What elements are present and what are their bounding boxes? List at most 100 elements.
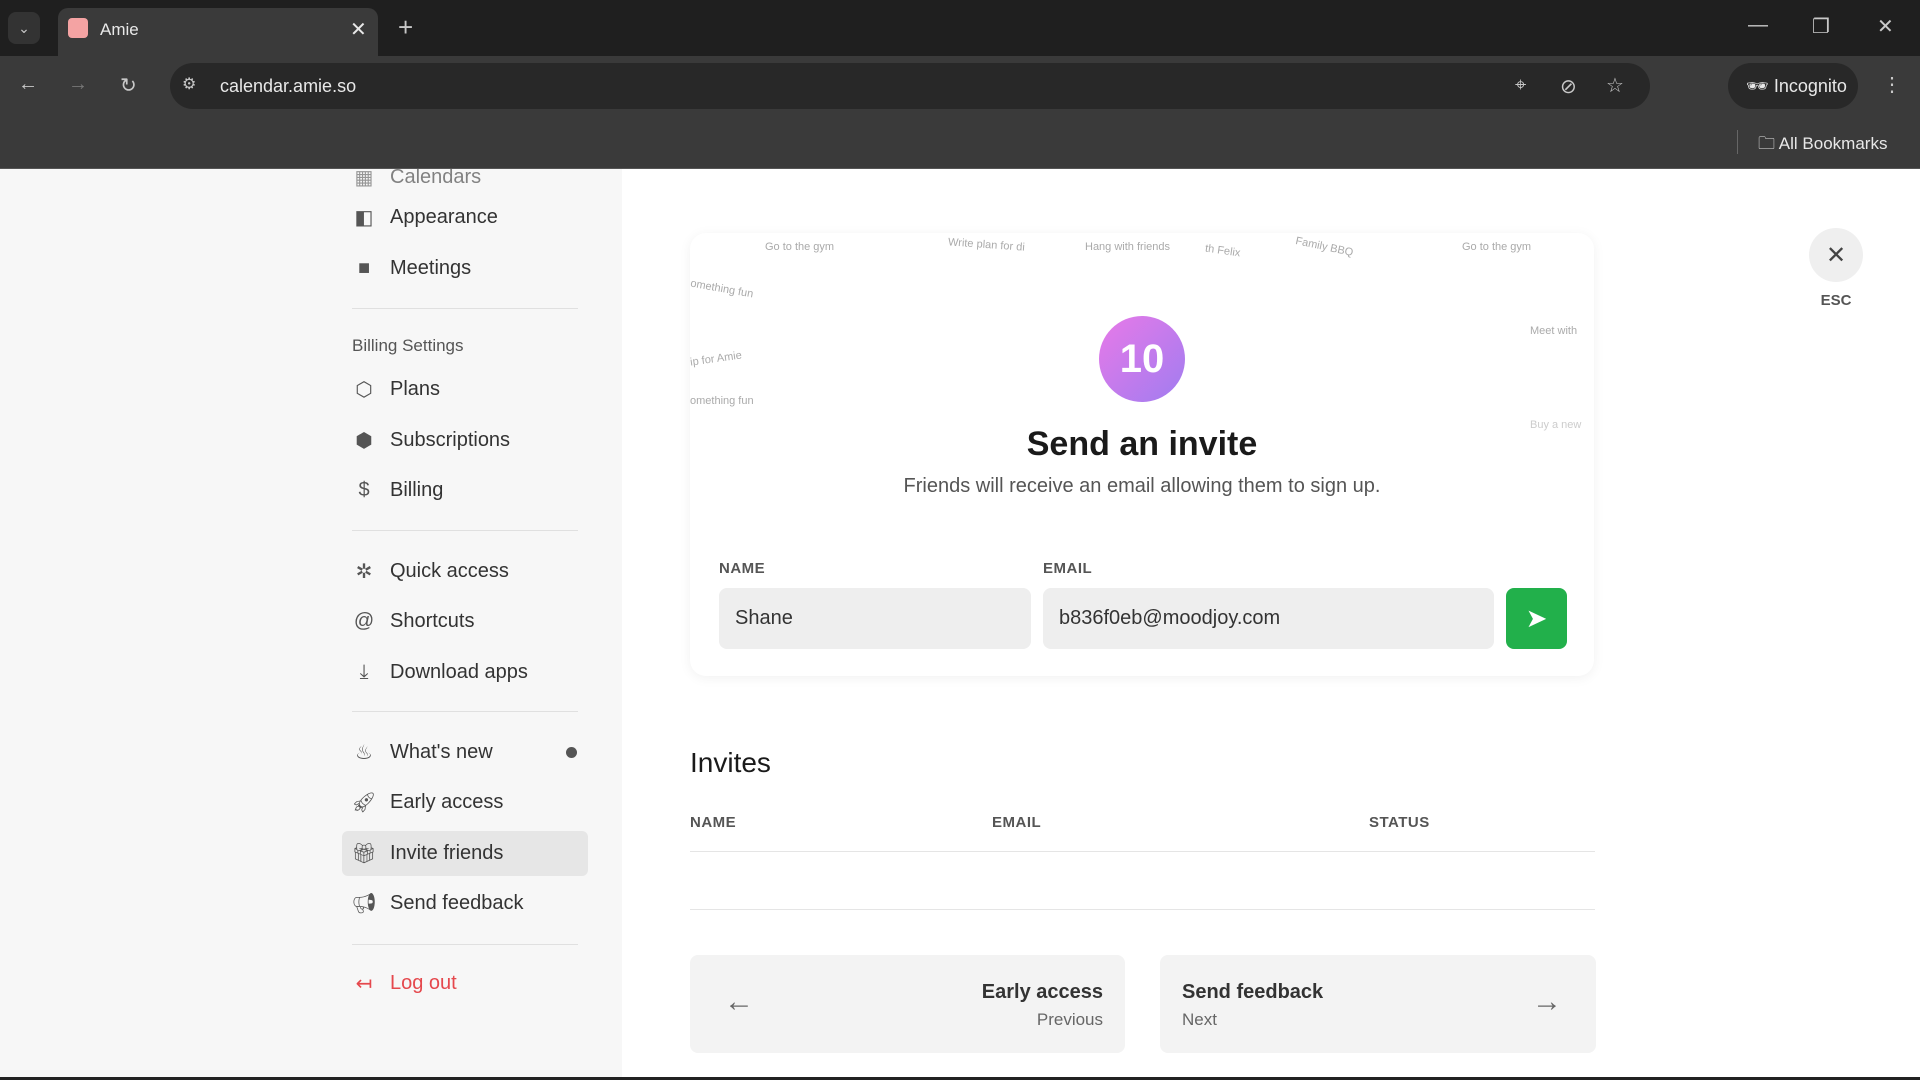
sidebar-item-label: Download apps bbox=[390, 661, 528, 683]
eye-off-icon[interactable]: ⊘ bbox=[1560, 74, 1577, 99]
close-tab-icon[interactable]: ✕ bbox=[350, 17, 367, 42]
background-decoration-text: th Felix bbox=[1204, 242, 1242, 260]
new-tab-icon[interactable]: + bbox=[398, 12, 413, 43]
sidebar-item-send-feedback[interactable]: 📢︎ Send feedback bbox=[342, 881, 588, 926]
background-decoration-text: omething fun bbox=[690, 395, 754, 407]
sidebar-item-quick-access[interactable]: ✲ Quick access bbox=[342, 549, 588, 594]
all-bookmarks-button[interactable]: 🗀 All Bookmarks bbox=[1758, 131, 1887, 160]
column-header-email: EMAIL bbox=[992, 814, 1042, 831]
dollar-icon: $ bbox=[358, 479, 370, 501]
column-header-status: STATUS bbox=[1369, 814, 1430, 831]
background-decoration-text: Go to the gym bbox=[765, 241, 835, 253]
logout-icon: ↤ bbox=[355, 973, 373, 995]
sidebar-item-download-apps[interactable]: ⤓ Download apps bbox=[342, 650, 588, 695]
tab-bar: ⌄ Amie ✕ + — ❐ ✕ bbox=[0, 0, 1920, 56]
sidebar-item-label: Quick access bbox=[390, 560, 509, 582]
calendar-icon: ▦ bbox=[354, 169, 374, 189]
site-settings-icon[interactable]: ⚙ bbox=[182, 74, 196, 94]
settings-sidebar: ▦ Calendars ◧ Appearance ■ Meetings Billing… bbox=[0, 169, 622, 1080]
back-icon[interactable]: ← bbox=[18, 73, 38, 96]
at-icon: @ bbox=[353, 610, 375, 632]
sidebar-item-shortcuts[interactable]: @ Shortcuts bbox=[342, 599, 588, 644]
sidebar-item-early-access[interactable]: 🚀︎ Early access bbox=[342, 780, 588, 825]
sidebar-item-label: Invite friends bbox=[390, 842, 504, 864]
sidebar-item-label: What's new bbox=[390, 741, 493, 763]
box-icon: ⬢ bbox=[355, 430, 373, 452]
logout-button[interactable]: ↤ Log out bbox=[342, 961, 588, 1006]
close-window-icon[interactable]: ✕ bbox=[1877, 14, 1894, 39]
url-text: calendar.amie.so bbox=[220, 76, 357, 96]
invite-title: Send an invite bbox=[1026, 425, 1258, 463]
sidebar-item-label: Shortcuts bbox=[390, 610, 475, 632]
background-decoration-text: Go to the gym bbox=[1462, 241, 1532, 253]
appearance-icon: ◧ bbox=[354, 207, 374, 229]
all-bookmarks-label: All Bookmarks bbox=[1778, 134, 1888, 153]
invites-heading: Invites bbox=[690, 747, 771, 778]
send-icon: ➤ bbox=[1525, 603, 1548, 633]
tab-title: Amie bbox=[100, 20, 139, 39]
next-subtitle: Next bbox=[1182, 1010, 1217, 1029]
billing-settings-heading: Billing Settings bbox=[352, 336, 464, 355]
name-input[interactable] bbox=[719, 588, 1031, 649]
background-decoration-text: Hang with friends bbox=[1085, 241, 1170, 253]
location-icon[interactable]: ⌖ bbox=[1515, 74, 1526, 97]
email-label: EMAIL bbox=[1043, 560, 1093, 577]
next-title: Send feedback bbox=[1182, 981, 1324, 1003]
name-label: NAME bbox=[719, 560, 766, 577]
incognito-icon: 🕶 bbox=[1746, 76, 1774, 96]
column-header-name: NAME bbox=[690, 814, 737, 831]
folder-icon: 🗀 bbox=[1758, 134, 1779, 153]
sidebar-item-label: Early access bbox=[390, 791, 504, 813]
menu-icon[interactable]: ⋮ bbox=[1882, 72, 1902, 97]
video-icon: ■ bbox=[357, 257, 371, 279]
sidebar-item-label: Send feedback bbox=[390, 892, 524, 914]
invite-subtitle: Friends will receive an email allowing t… bbox=[903, 475, 1381, 497]
unread-dot bbox=[566, 747, 577, 758]
background-decoration-text: ip for Amie bbox=[690, 349, 743, 369]
star-icon[interactable]: ☆ bbox=[1606, 73, 1624, 98]
sidebar-item-invite-friends[interactable]: 🎁︎ Invite friends bbox=[342, 831, 588, 876]
tab-search-button[interactable]: ⌄ bbox=[8, 12, 40, 44]
forward-icon[interactable]: → bbox=[68, 73, 88, 96]
logout-label: Log out bbox=[390, 972, 457, 994]
background-decoration-text: Meet with bbox=[1530, 325, 1578, 337]
minimize-icon[interactable]: — bbox=[1748, 14, 1768, 37]
sidebar-item-label: Billing bbox=[390, 479, 444, 501]
amie-favicon-icon bbox=[68, 18, 88, 38]
gift-icon: 🎁︎ bbox=[351, 843, 377, 865]
background-decoration-text: Write plan for di bbox=[947, 236, 1026, 254]
rocket-icon: 🚀︎ bbox=[351, 792, 377, 814]
arrow-right-icon: → bbox=[1532, 985, 1562, 1018]
sidebar-item-label: Calendars bbox=[390, 169, 482, 188]
previous-page-button[interactable]: ← Early access Previous bbox=[690, 955, 1125, 1053]
close-icon: ✕ bbox=[1825, 241, 1847, 269]
close-button[interactable]: ✕ bbox=[1809, 228, 1863, 282]
sidebar-item-subscriptions[interactable]: ⬢ Subscriptions bbox=[342, 418, 588, 463]
sidebar-item-appearance[interactable]: ◧ Appearance bbox=[342, 195, 588, 240]
incognito-button[interactable]: 🕶 Incognito bbox=[1728, 63, 1858, 109]
email-input[interactable] bbox=[1043, 588, 1494, 649]
sidebar-item-plans[interactable]: ⬡ Plans bbox=[342, 367, 588, 412]
arrow-left-icon: ← bbox=[724, 985, 754, 1018]
browser-tab[interactable]: Amie ✕ bbox=[58, 8, 378, 56]
send-invite-button[interactable]: ➤ bbox=[1506, 588, 1567, 649]
sidebar-item-whats-new[interactable]: ♨ What's new bbox=[342, 730, 588, 775]
bookmarks-bar: 🗀 All Bookmarks bbox=[0, 116, 1920, 169]
sidebar-item-label: Subscriptions bbox=[390, 429, 511, 451]
sidebar-item-meetings[interactable]: ■ Meetings bbox=[342, 246, 588, 291]
megaphone-icon: 📢︎ bbox=[351, 893, 377, 915]
next-page-button[interactable]: Send feedback Next → bbox=[1160, 955, 1596, 1053]
quick-access-icon: ✲ bbox=[355, 561, 373, 583]
incognito-label: Incognito bbox=[1773, 76, 1847, 96]
flame-icon: ♨ bbox=[355, 742, 373, 764]
sidebar-item-label: Appearance bbox=[390, 206, 498, 228]
background-decoration-text: omething fun bbox=[690, 277, 755, 301]
table-divider bbox=[690, 909, 1595, 910]
restore-icon[interactable]: ❐ bbox=[1812, 14, 1830, 39]
previous-subtitle: Previous bbox=[1036, 1010, 1103, 1029]
reload-icon[interactable]: ↻ bbox=[120, 73, 137, 98]
plans-icon: ⬡ bbox=[355, 379, 373, 401]
sidebar-item-billing[interactable]: $ Billing bbox=[342, 468, 588, 513]
address-bar[interactable]: ⚙ calendar.amie.so ⌖ ⊘ ☆ bbox=[170, 63, 1650, 109]
table-divider bbox=[690, 851, 1595, 852]
